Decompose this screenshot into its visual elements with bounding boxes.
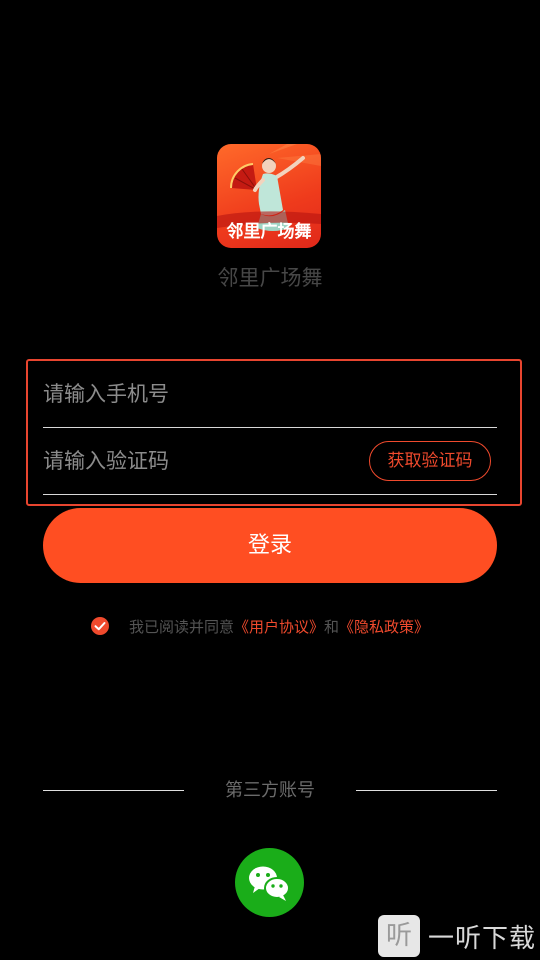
code-field: 获取验证码 xyxy=(43,428,497,495)
login-screen: 邻里广场舞 邻里广场舞 获取验证码 登录 我已阅读并同意 《用户协议》 和 《隐… xyxy=(0,0,540,960)
phone-input[interactable] xyxy=(43,361,343,427)
agreement-and: 和 xyxy=(324,617,340,636)
divider-left xyxy=(43,790,184,791)
privacy-policy-link[interactable]: 《隐私政策》 xyxy=(339,616,429,637)
divider-right xyxy=(356,790,497,791)
agreement-prefix: 我已阅读并同意 xyxy=(129,617,235,636)
third-party-label: 第三方账号 xyxy=(225,780,315,801)
verification-code-input[interactable] xyxy=(43,428,343,494)
checkmark-icon xyxy=(94,622,106,631)
agreement-checkbox[interactable] xyxy=(91,617,109,635)
get-code-button[interactable]: 获取验证码 xyxy=(369,441,491,481)
user-agreement-link[interactable]: 《用户协议》 xyxy=(234,616,324,637)
phone-field xyxy=(43,361,497,428)
app-name: 邻里广场舞 xyxy=(217,266,323,290)
watermark: 听 一听下载 xyxy=(378,914,536,958)
watermark-logo: 听 xyxy=(378,915,420,957)
agreement-row: 我已阅读并同意 《用户协议》 和 《隐私政策》 xyxy=(91,614,429,638)
watermark-text: 一听下载 xyxy=(428,923,537,954)
logo-caption: 邻里广场舞 xyxy=(226,222,312,242)
login-button[interactable]: 登录 xyxy=(43,508,497,583)
wechat-login-button[interactable] xyxy=(235,848,304,917)
wechat-icon xyxy=(249,866,290,901)
app-logo: 邻里广场舞 xyxy=(217,144,321,248)
